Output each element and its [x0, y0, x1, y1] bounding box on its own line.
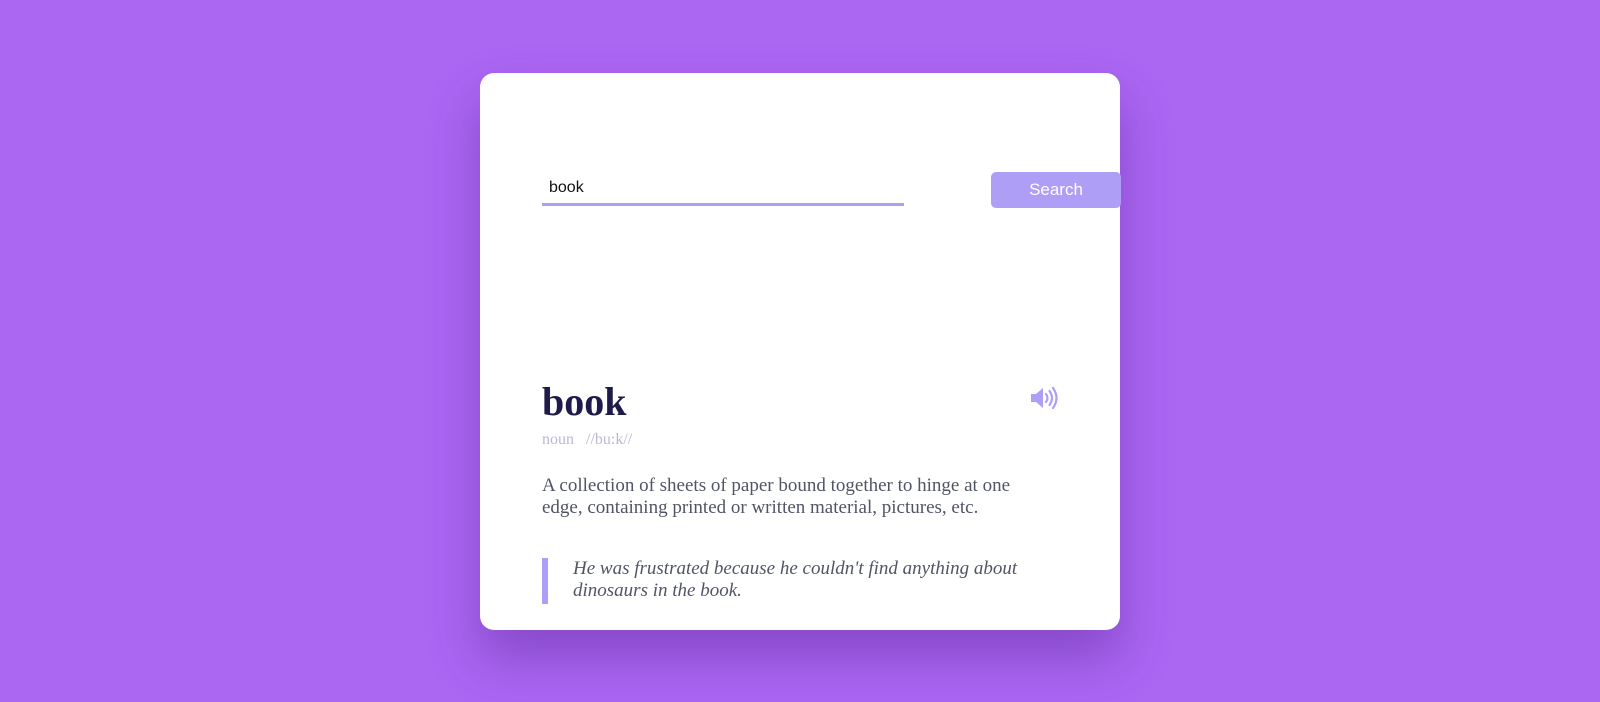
example-quote: He was frustrated because he couldn't fi…	[542, 558, 1058, 604]
part-of-speech: noun	[542, 431, 574, 448]
search-button[interactable]: Search	[991, 172, 1121, 208]
quote-bar	[542, 558, 548, 604]
result-word: book	[542, 379, 627, 424]
search-input[interactable]	[542, 172, 904, 206]
play-pronunciation-button[interactable]	[1030, 385, 1060, 411]
speaker-volume-icon	[1031, 386, 1058, 410]
example-text: He was frustrated because he couldn't fi…	[573, 558, 1018, 601]
dictionary-card: Search book noun //bu:k// A collection of…	[480, 73, 1121, 630]
definition-text: A collection of sheets of paper bound to…	[542, 475, 1011, 518]
phonetic: //bu:k//	[586, 431, 633, 448]
word-details: noun //bu:k//	[542, 431, 632, 449]
search-bar: Search	[542, 172, 1121, 208]
